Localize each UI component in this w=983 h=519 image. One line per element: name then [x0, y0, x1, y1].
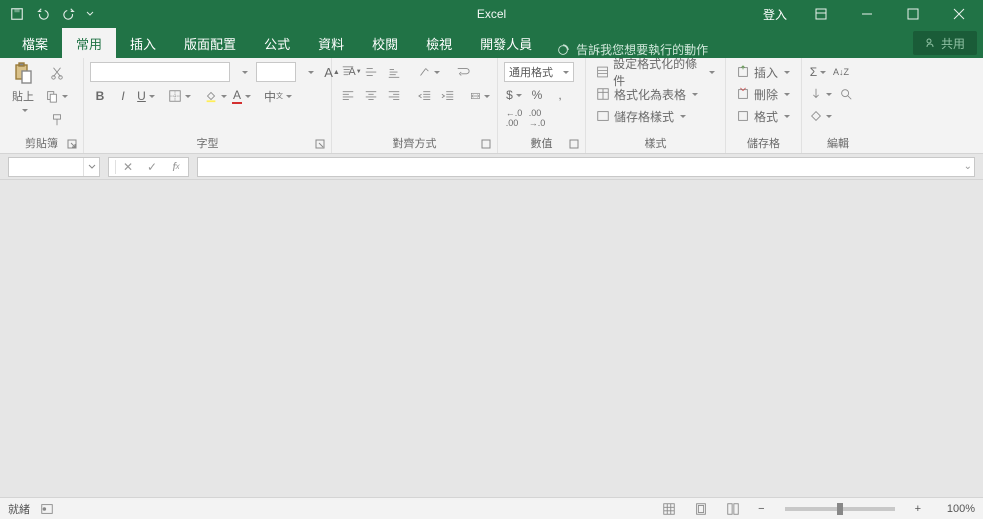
minimize-button[interactable] [847, 0, 887, 28]
font-size-combo[interactable] [256, 62, 296, 82]
cancel-formula-button[interactable]: ✕ [116, 158, 140, 176]
orientation-button[interactable] [416, 62, 441, 82]
format-cells[interactable]: 格式 [732, 106, 795, 126]
status-ready: 就緒 [8, 501, 30, 517]
macro-record-icon[interactable] [40, 502, 54, 516]
copy-button[interactable] [44, 86, 69, 106]
ribbon-display-options[interactable] [801, 0, 841, 28]
tell-me-search[interactable]: 告訴我您想要執行的動作 [546, 41, 718, 58]
enter-formula-button[interactable]: ✓ [140, 158, 164, 176]
clipboard-launcher[interactable] [67, 139, 79, 151]
paste-button[interactable]: 貼上 [6, 62, 40, 114]
group-font: A▲ A▼ B I U A 中文 字型 [84, 58, 332, 153]
accounting-format[interactable]: $ [504, 85, 524, 105]
group-number: 通用格式 $ % , ←.0.00 .00→.0 數值 [498, 58, 586, 153]
underline-button[interactable]: U [136, 86, 156, 106]
group-cells: 插入 刪除 格式 儲存格 [726, 58, 802, 153]
save-button[interactable] [6, 3, 28, 25]
increase-decimal[interactable]: ←.0.00 [504, 108, 524, 128]
expand-formula-bar[interactable]: ⌄ [964, 161, 972, 172]
find-select-button[interactable] [836, 84, 856, 104]
insert-cells[interactable]: 插入 [732, 62, 795, 82]
redo-button[interactable] [58, 3, 80, 25]
cell-styles[interactable]: 儲存格樣式 [592, 106, 719, 126]
autosum-button[interactable]: Σ [808, 62, 828, 82]
align-left[interactable] [338, 86, 358, 106]
tab-file[interactable]: 檔案 [8, 28, 62, 58]
percent-format[interactable]: % [527, 85, 547, 105]
group-alignment: 對齊方式 [332, 58, 498, 153]
page-layout-view-button[interactable] [690, 500, 712, 518]
align-center[interactable] [361, 86, 381, 106]
sort-filter-button[interactable]: A↓Z [831, 62, 851, 82]
align-middle[interactable] [361, 62, 381, 82]
share-button[interactable]: 共用 [913, 31, 977, 55]
normal-view-button[interactable] [658, 500, 680, 518]
cut-button[interactable] [44, 63, 69, 83]
group-styles: 設定格式化的條件 格式化為表格 儲存格樣式 樣式 [586, 58, 726, 153]
formula-input[interactable]: ⌄ [197, 157, 975, 177]
tab-page-layout[interactable]: 版面配置 [170, 28, 250, 58]
increase-indent[interactable] [438, 86, 458, 106]
conditional-formatting[interactable]: 設定格式化的條件 [592, 62, 719, 82]
bold-button[interactable]: B [90, 86, 110, 106]
tab-review[interactable]: 校閱 [358, 28, 412, 58]
app-title: Excel [477, 7, 506, 21]
tab-home[interactable]: 常用 [62, 28, 116, 58]
zoom-out-button[interactable]: − [754, 503, 768, 515]
qat-customize[interactable] [84, 3, 96, 25]
zoom-in-button[interactable]: + [911, 503, 925, 515]
tab-insert[interactable]: 插入 [116, 28, 170, 58]
maximize-button[interactable] [893, 0, 933, 28]
ribbon-tabs: 檔案 常用 插入 版面配置 公式 資料 校閱 檢視 開發人員 告訴我您想要執行的… [0, 28, 983, 58]
group-clipboard: 貼上 剪貼簿 [0, 58, 84, 153]
tab-developer[interactable]: 開發人員 [466, 28, 546, 58]
borders-button[interactable] [167, 86, 192, 106]
comma-format[interactable]: , [550, 85, 570, 105]
status-bar: 就緒 − + 100% [0, 497, 983, 519]
tell-me-label: 告訴我您想要執行的動作 [576, 41, 708, 58]
font-name-combo[interactable] [90, 62, 230, 82]
number-launcher[interactable] [569, 139, 581, 151]
align-right[interactable] [384, 86, 404, 106]
align-bottom[interactable] [384, 62, 404, 82]
group-editing: Σ A↓Z 編輯 [802, 58, 874, 153]
sign-in-button[interactable]: 登入 [755, 6, 795, 23]
zoom-slider[interactable] [785, 507, 895, 511]
tab-formulas[interactable]: 公式 [250, 28, 304, 58]
zoom-level[interactable]: 100% [935, 503, 975, 515]
quick-access-toolbar [0, 3, 96, 25]
font-launcher[interactable] [315, 139, 327, 151]
delete-cells[interactable]: 刪除 [732, 84, 795, 104]
font-color-button[interactable]: A [231, 86, 252, 106]
title-bar: Excel 登入 [0, 0, 983, 28]
phonetic-button[interactable]: 中文 [263, 86, 293, 106]
wrap-text-button[interactable] [453, 62, 473, 82]
format-painter-button[interactable] [44, 110, 69, 130]
insert-function-button[interactable]: fx [164, 158, 188, 176]
decrease-indent[interactable] [415, 86, 435, 106]
ribbon: 貼上 剪貼簿 A▲ A▼ B I U [0, 58, 983, 154]
decrease-decimal[interactable]: .00→.0 [527, 108, 547, 128]
page-break-view-button[interactable] [722, 500, 744, 518]
fill-color-button[interactable] [203, 86, 228, 106]
undo-button[interactable] [32, 3, 54, 25]
close-button[interactable] [939, 0, 979, 28]
italic-button[interactable]: I [113, 86, 133, 106]
format-as-table[interactable]: 格式化為表格 [592, 84, 719, 104]
worksheet-area[interactable] [0, 180, 983, 497]
tab-view[interactable]: 檢視 [412, 28, 466, 58]
fill-button[interactable] [808, 84, 833, 104]
name-box[interactable] [8, 157, 100, 177]
formula-bar: ✕ ✓ fx ⌄ [0, 154, 983, 180]
clear-button[interactable] [808, 106, 833, 126]
alignment-launcher[interactable] [481, 139, 493, 151]
align-top[interactable] [338, 62, 358, 82]
merge-center-button[interactable] [469, 86, 491, 106]
number-format-combo[interactable]: 通用格式 [504, 62, 574, 82]
tab-data[interactable]: 資料 [304, 28, 358, 58]
